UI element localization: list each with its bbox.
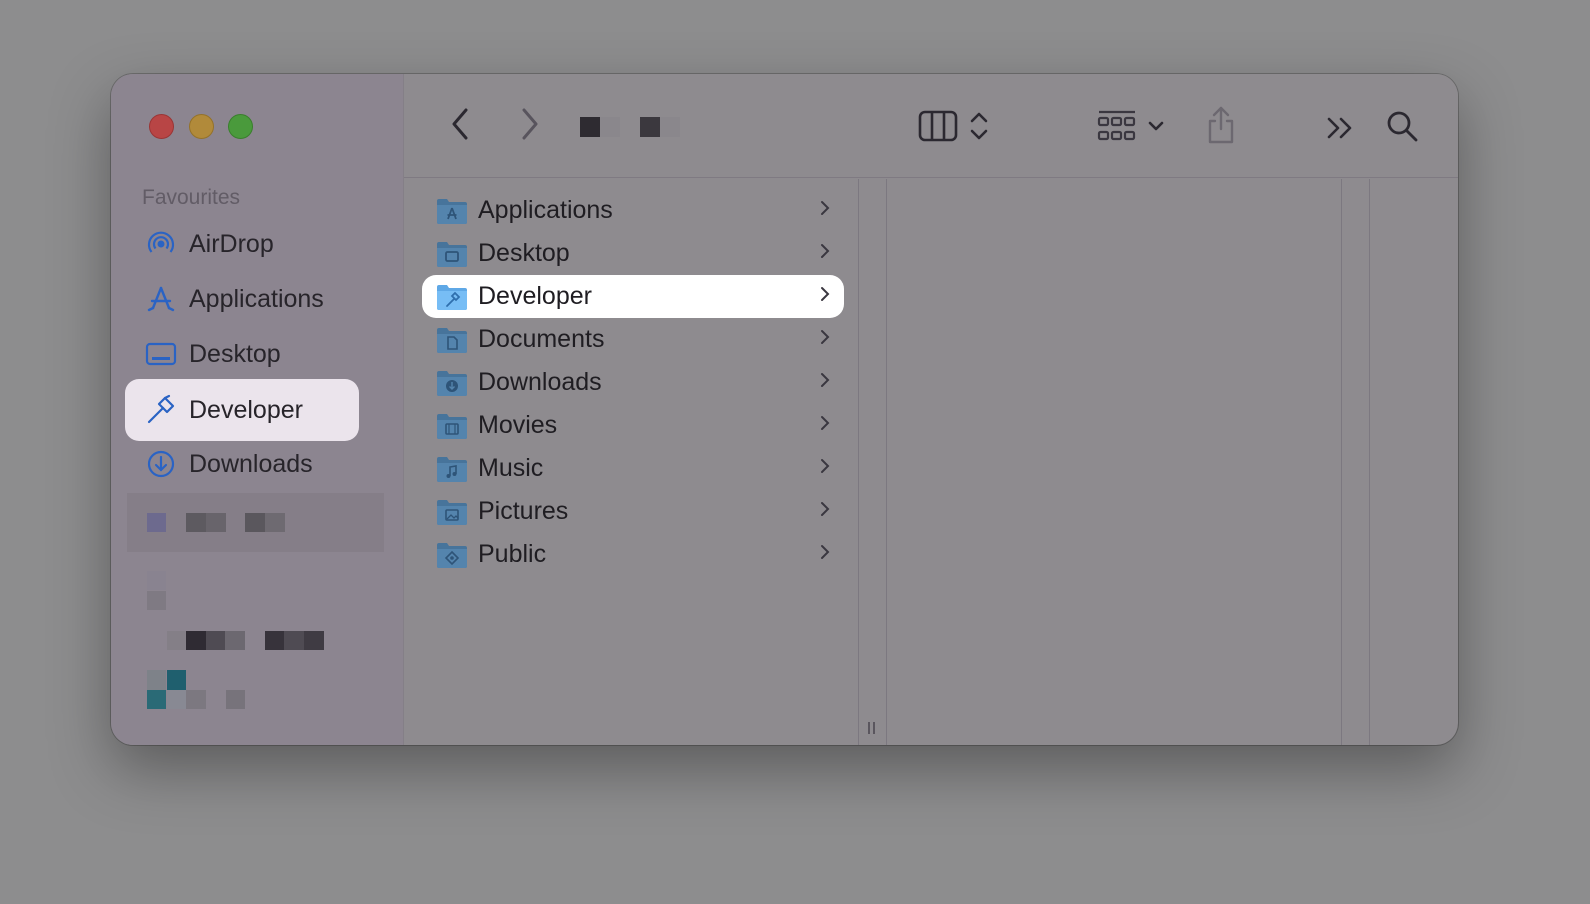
sidebar-item-label: AirDrop	[189, 229, 274, 258]
sidebar: Favourites AirDrop Applications Desktop …	[111, 74, 404, 745]
chevron-right-icon	[821, 545, 830, 559]
zoom-window-button[interactable]	[228, 114, 253, 139]
hammer-icon	[145, 394, 177, 426]
public-folder-icon	[436, 541, 468, 569]
list-item-label: Pictures	[478, 497, 569, 525]
minimize-window-button[interactable]	[189, 114, 214, 139]
list-item-documents[interactable]: Documents	[422, 318, 844, 361]
pictures-folder-icon	[436, 498, 468, 526]
list-item-pictures[interactable]: Pictures	[422, 490, 844, 533]
more-toolbar-items-button[interactable]	[1321, 108, 1359, 148]
list-item-desktop[interactable]: Desktop	[422, 232, 844, 275]
chevron-right-icon	[821, 459, 830, 473]
sidebar-item-label: Desktop	[189, 339, 281, 368]
desktop-icon	[145, 338, 177, 370]
list-item-label: Movies	[478, 411, 558, 439]
search-button[interactable]	[1382, 104, 1422, 148]
forward-icon	[522, 108, 538, 140]
column-divider[interactable]	[858, 179, 859, 745]
sidebar-item-desktop[interactable]: Desktop	[125, 329, 359, 379]
chevron-right-icon	[821, 416, 830, 430]
list-item-music[interactable]: Music	[422, 447, 844, 490]
finder-window: Favourites AirDrop Applications Desktop …	[111, 74, 1458, 745]
view-switcher-button[interactable]	[909, 104, 999, 148]
sidebar-section-favourites: Favourites	[142, 186, 241, 209]
list-item-label: Developer	[478, 282, 592, 310]
back-button[interactable]	[442, 104, 478, 144]
chevron-right-icon	[821, 244, 830, 258]
developer-folder-icon	[436, 283, 468, 311]
chevron-right-icon	[821, 373, 830, 387]
music-folder-icon	[436, 455, 468, 483]
sidebar-item-label: Applications	[189, 284, 324, 313]
column-divider	[1369, 179, 1370, 745]
sidebar-item-applications[interactable]: Applications	[125, 274, 359, 324]
column-divider	[1341, 179, 1342, 745]
column-preview-empty	[887, 179, 1341, 745]
chevron-right-icon	[821, 502, 830, 516]
list-item-public[interactable]: Public	[422, 533, 844, 576]
redacted-sidebar-item[interactable]	[127, 493, 384, 552]
list-item-movies[interactable]: Movies	[422, 404, 844, 447]
chevron-up-down-icon	[970, 112, 988, 140]
list-item-label: Public	[478, 540, 547, 568]
list-item-applications[interactable]: Applications	[422, 189, 844, 232]
forward-button[interactable]	[512, 104, 548, 144]
list-item-label: Music	[478, 454, 544, 482]
sidebar-item-downloads[interactable]: Downloads	[125, 439, 359, 489]
downloads-icon	[145, 448, 177, 480]
sidebar-item-airdrop[interactable]: AirDrop	[125, 219, 359, 269]
toolbar	[404, 74, 1458, 178]
column-view-icon	[918, 110, 958, 142]
search-icon	[1387, 111, 1418, 142]
back-icon	[452, 108, 468, 140]
column-browser-list: Applications Desktop Developer Documents	[404, 179, 858, 745]
list-item-label: Applications	[478, 196, 613, 224]
applications-icon	[145, 283, 177, 315]
downloads-folder-icon	[436, 369, 468, 397]
list-item-label: Downloads	[478, 368, 602, 396]
chevron-down-icon	[1148, 121, 1164, 131]
more-icon	[1327, 117, 1352, 139]
share-button[interactable]	[1201, 102, 1241, 148]
group-icon	[1097, 110, 1136, 141]
desktop-folder-icon	[436, 240, 468, 268]
group-button[interactable]	[1091, 104, 1171, 148]
list-item-downloads[interactable]: Downloads	[422, 361, 844, 404]
documents-folder-icon	[436, 326, 468, 354]
list-item-label: Documents	[478, 325, 605, 353]
close-window-button[interactable]	[149, 114, 174, 139]
airdrop-icon	[145, 228, 177, 260]
chevron-right-icon	[821, 201, 830, 215]
movies-folder-icon	[436, 412, 468, 440]
column-resize-handle[interactable]	[864, 720, 880, 736]
list-item-label: Desktop	[478, 239, 570, 267]
list-item-developer[interactable]: Developer	[422, 275, 844, 318]
applications-folder-icon	[436, 197, 468, 225]
share-icon	[1208, 106, 1234, 144]
sidebar-item-label: Developer	[189, 395, 303, 424]
sidebar-item-label: Downloads	[189, 449, 313, 478]
chevron-right-icon	[821, 287, 830, 301]
sidebar-item-developer[interactable]: Developer	[125, 379, 359, 441]
chevron-right-icon	[821, 330, 830, 344]
